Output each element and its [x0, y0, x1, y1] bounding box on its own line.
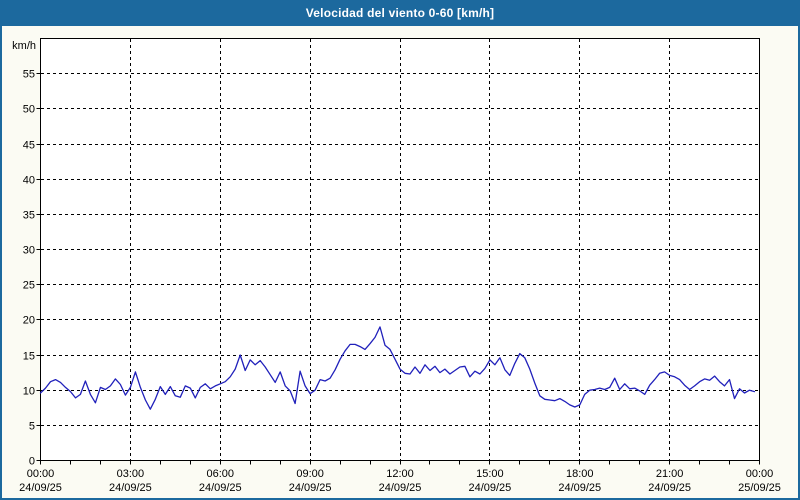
x-time-label: 12:00 — [386, 468, 414, 480]
y-tick-label: 5 — [29, 421, 35, 433]
x-date-label: 24/09/25 — [109, 482, 152, 494]
y-tick-label: 15 — [23, 351, 35, 363]
x-date-label: 24/09/25 — [379, 482, 422, 494]
x-time-label: 00:00 — [746, 468, 774, 480]
y-tick-label: 45 — [23, 140, 35, 152]
y-tick-label: 55 — [23, 69, 35, 81]
chart-window: Velocidad del viento 0-60 [km/h] km/h 05… — [0, 0, 800, 500]
x-time-label: 18:00 — [566, 468, 594, 480]
y-tick-label: 30 — [23, 245, 35, 257]
x-time-label: 21:00 — [656, 468, 684, 480]
x-date-label: 24/09/25 — [199, 482, 242, 494]
x-date-label: 24/09/25 — [19, 482, 62, 494]
y-tick-label: 25 — [23, 280, 35, 292]
wind-speed-chart: 0 5 10 15 20 25 30 35 40 45 50 55 00:00 24/09/25 03:00… — [19, 38, 781, 494]
x-time-label: 06:00 — [206, 468, 234, 480]
x-time-label: 15:00 — [476, 468, 504, 480]
y-tick-label: 50 — [23, 104, 35, 116]
x-time-label: 09:00 — [296, 468, 324, 480]
y-tick-label: 0 — [29, 456, 35, 468]
x-date-label: 24/09/25 — [468, 482, 511, 494]
x-date-label: 24/09/25 — [648, 482, 691, 494]
y-tick-label: 10 — [23, 386, 35, 398]
x-date-label: 25/09/25 — [738, 482, 781, 494]
y-tick-label: 35 — [23, 210, 35, 222]
x-time-label: 00:00 — [27, 468, 55, 480]
y-tick-label: 20 — [23, 315, 35, 327]
y-tick-label: 40 — [23, 175, 35, 187]
x-time-label: 03:00 — [117, 468, 145, 480]
x-date-label: 24/09/25 — [558, 482, 601, 494]
x-date-label: 24/09/25 — [289, 482, 332, 494]
